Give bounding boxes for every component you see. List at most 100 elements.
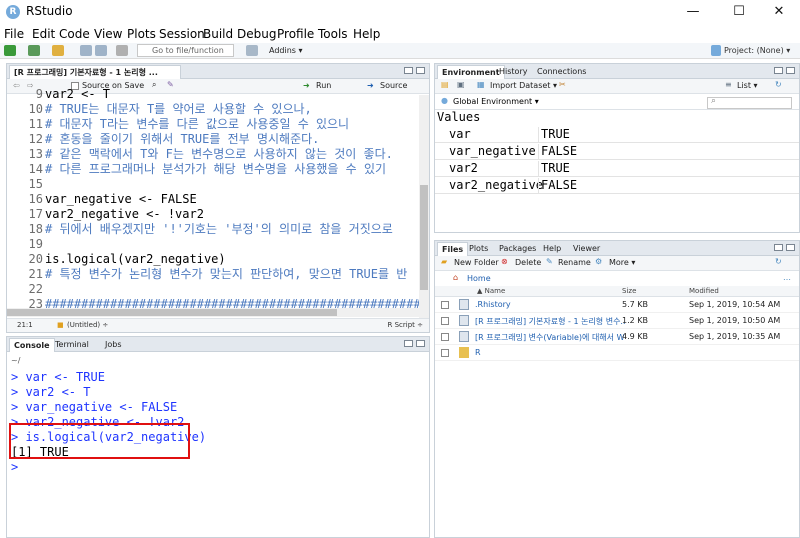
- code-text: # TRUE는 대문자 T를 약어로 사용할 수 있으나,: [45, 102, 312, 116]
- file-row[interactable]: [R 프로그래밍] 기본자료형 - 1 논리형 변수... 1.2 KB Sep 1…: [435, 313, 799, 329]
- line-number: 12: [28, 132, 43, 146]
- close-button[interactable]: ✕: [756, 0, 800, 24]
- save-all-icon[interactable]: [95, 45, 107, 56]
- breadcrumb-home[interactable]: Home: [467, 274, 491, 283]
- tab-terminal[interactable]: Terminal: [51, 338, 93, 352]
- tab-console[interactable]: Console: [9, 338, 55, 352]
- editor-scroll-thumb[interactable]: [420, 185, 428, 290]
- menu-plots[interactable]: Plots: [127, 27, 156, 41]
- refresh-icon[interactable]: ↻: [775, 257, 782, 266]
- save-workspace-icon[interactable]: ▣: [457, 80, 465, 89]
- rstudio-logo-icon: R: [6, 5, 20, 19]
- tab-viewer[interactable]: Viewer: [569, 242, 604, 256]
- menu-edit[interactable]: Edit: [32, 27, 55, 41]
- menu-view[interactable]: View: [94, 27, 122, 41]
- file-row[interactable]: R: [435, 345, 799, 361]
- minimize-pane-icon[interactable]: [774, 67, 783, 74]
- wand-icon[interactable]: ✎: [167, 80, 174, 89]
- menu-code[interactable]: Code: [59, 27, 90, 41]
- menu-tools[interactable]: Tools: [318, 27, 348, 41]
- goto-file-input[interactable]: Go to file/function: [137, 44, 234, 57]
- project-menu[interactable]: Project: (None) ▾: [724, 46, 790, 55]
- code-area[interactable]: 9 var2 <- T 10 # TRUE는 대문자 T를 약어로 사용할 수 있으나…: [7, 87, 429, 332]
- file-row[interactable]: .Rhistory 5.7 KB Sep 1, 2019, 10:54 AM: [435, 297, 799, 313]
- files-pane: Files Plots Packages Help Viewer ▰ New F…: [434, 240, 800, 538]
- maximize-pane-icon[interactable]: [416, 67, 425, 74]
- source-button[interactable]: Source: [380, 81, 407, 90]
- editor-hscroll-thumb[interactable]: [7, 309, 337, 316]
- tab-history[interactable]: History: [495, 65, 531, 79]
- new-project-icon[interactable]: [28, 45, 40, 56]
- column-modified[interactable]: Modified: [689, 287, 719, 295]
- code-text: # 혼동을 줄이기 위해서 TRUE를 전부 명시해준다.: [45, 132, 320, 146]
- menu-help[interactable]: Help: [353, 27, 380, 41]
- file-row[interactable]: [R 프로그래밍] 변수(Variable)에 대해서 Wit... 4.9 KB…: [435, 329, 799, 345]
- import-dataset-button[interactable]: Import Dataset ▾: [490, 81, 557, 90]
- env-row[interactable]: var2_negative FALSE: [435, 177, 799, 194]
- line-number: 10: [28, 102, 43, 116]
- addins-menu[interactable]: Addins ▾: [269, 46, 303, 55]
- column-name[interactable]: ▲ Name: [477, 287, 505, 295]
- file-name-link[interactable]: R: [475, 348, 481, 357]
- file-name-link[interactable]: .Rhistory: [475, 300, 511, 309]
- tab-plots[interactable]: Plots: [465, 242, 492, 256]
- new-file-icon[interactable]: [4, 45, 16, 56]
- list-view-selector[interactable]: List ▾: [737, 81, 758, 90]
- file-name-link[interactable]: [R 프로그래밍] 기본자료형 - 1 논리형 변수...: [475, 316, 625, 327]
- file-type-selector[interactable]: R Script ÷: [388, 319, 423, 332]
- open-file-icon[interactable]: [52, 45, 64, 56]
- rename-button[interactable]: Rename: [558, 258, 591, 267]
- tab-help[interactable]: Help: [539, 242, 565, 256]
- minimize-pane-icon[interactable]: [404, 67, 413, 74]
- env-row[interactable]: var TRUE: [435, 126, 799, 143]
- search-icon: ⌕: [711, 96, 717, 106]
- column-size[interactable]: Size: [622, 287, 636, 295]
- broom-icon[interactable]: ✂: [559, 80, 566, 89]
- console-input-line: > var2 <- T: [11, 385, 91, 399]
- file-checkbox[interactable]: [441, 317, 449, 325]
- tab-connections[interactable]: Connections: [533, 65, 590, 79]
- line-number: 20: [28, 252, 43, 266]
- maximize-pane-icon[interactable]: [786, 67, 795, 74]
- env-row[interactable]: var_negative FALSE: [435, 143, 799, 160]
- maximize-pane-icon[interactable]: [786, 244, 795, 251]
- env-row[interactable]: var2 TRUE: [435, 160, 799, 177]
- env-search-input[interactable]: ⌕: [707, 96, 792, 109]
- file-checkbox[interactable]: [441, 301, 449, 309]
- more-actions-icon[interactable]: …: [783, 273, 791, 282]
- maximize-pane-icon[interactable]: [416, 340, 425, 347]
- menu-build[interactable]: Build: [203, 27, 233, 41]
- file-checkbox[interactable]: [441, 349, 449, 357]
- file-size: 4.9 KB: [622, 332, 648, 341]
- minimize-button[interactable]: —: [670, 0, 716, 24]
- print-icon[interactable]: [116, 45, 128, 56]
- tab-files[interactable]: Files: [437, 242, 469, 256]
- editor-horizontal-scrollbar[interactable]: [7, 308, 419, 317]
- menu-file[interactable]: File: [4, 27, 24, 41]
- new-folder-button[interactable]: New Folder: [454, 258, 499, 267]
- editor-tab[interactable]: [R 프로그래밍] 기본자료형 - 1 논리형 ...: [9, 65, 181, 79]
- file-checkbox[interactable]: [441, 333, 449, 341]
- editor-vertical-scrollbar[interactable]: [419, 95, 429, 318]
- file-name-link[interactable]: [R 프로그래밍] 변수(Variable)에 대해서 Wit...: [475, 332, 625, 343]
- menu-debug[interactable]: Debug: [237, 27, 276, 41]
- save-icon[interactable]: [80, 45, 92, 56]
- more-menu[interactable]: More ▾: [609, 258, 635, 267]
- scope-selector[interactable]: (Untitled) ÷: [67, 319, 108, 332]
- home-icon[interactable]: ⌂: [453, 273, 458, 282]
- load-workspace-icon[interactable]: ▤: [441, 80, 449, 89]
- source-editor-pane: [R 프로그래밍] 기본자료형 - 1 논리형 ... ⇦ ⇨ Source o…: [6, 63, 430, 333]
- delete-button[interactable]: Delete: [515, 258, 541, 267]
- console-input-line: > var <- TRUE: [11, 370, 105, 384]
- menu-session[interactable]: Session: [159, 27, 205, 41]
- tab-packages[interactable]: Packages: [495, 242, 540, 256]
- refresh-icon[interactable]: ↻: [775, 80, 782, 89]
- scope-dropdown[interactable]: Global Environment ▾: [453, 97, 539, 106]
- grid-layout-icon[interactable]: [246, 45, 258, 56]
- run-button[interactable]: Run: [316, 81, 331, 90]
- search-icon[interactable]: ⌕: [152, 80, 156, 90]
- tab-jobs[interactable]: Jobs: [101, 338, 126, 352]
- minimize-pane-icon[interactable]: [404, 340, 413, 347]
- menu-profile[interactable]: Profile: [277, 27, 314, 41]
- minimize-pane-icon[interactable]: [774, 244, 783, 251]
